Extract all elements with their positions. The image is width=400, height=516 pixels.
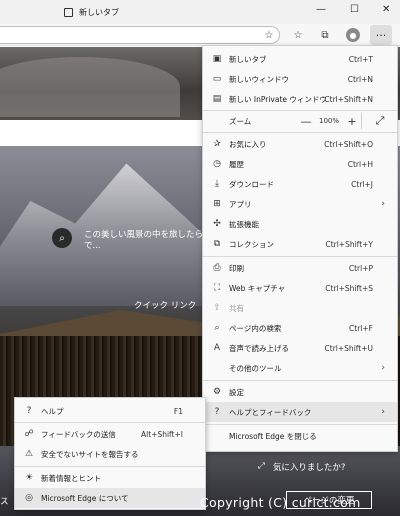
menu-item-print[interactable]: ⎙ 印刷 Ctrl+P (203, 258, 397, 278)
menu-item-share: ⇪ 共有 (203, 298, 397, 318)
submenu-item-about[interactable]: ◎ Microsoft Edge について (15, 488, 205, 508)
apps-icon: ⊞ (213, 199, 221, 209)
collections-icon: ⧉ (213, 239, 221, 249)
submenu-item-feedback[interactable]: ☍ フィードバックの送信 Alt+Shift+I (15, 424, 205, 444)
menu-item-collections[interactable]: ⧉ コレクション Ctrl+Shift+Y (203, 234, 397, 254)
profile-avatar-icon[interactable]: ● (346, 28, 360, 42)
image-caption[interactable]: この美しい風景の中を旅したら で... (84, 230, 214, 253)
read-aloud-icon: A (213, 343, 221, 353)
minimize-button[interactable]: — (316, 4, 326, 15)
menu-item-downloads[interactable]: ⤓ ダウンロード Ctrl+J (203, 174, 397, 194)
tab-new-tab[interactable]: 新しいタブ (56, 0, 196, 24)
submenu-item-report-unsafe[interactable]: ⚠ 安全でないサイトを報告する (15, 444, 205, 464)
submenu-item-whats-new[interactable]: ☀ 新着情報とヒント (15, 468, 205, 488)
download-icon: ⤓ (215, 179, 219, 189)
menu-item-help-feedback[interactable]: ? ヘルプとフィードバック › (203, 402, 397, 422)
settings-and-more-button[interactable]: ··· (370, 25, 392, 45)
menu-item-close-edge[interactable]: Microsoft Edge を閉じる (203, 426, 397, 446)
expand-icon: ⤢ (258, 461, 265, 471)
settings-icon: ⚙ (212, 387, 222, 397)
help-icon: ? (26, 406, 32, 416)
find-icon: ⌕ (214, 323, 220, 333)
menu-item-new-window[interactable]: ▭ 新しいウィンドウ Ctrl+N (203, 69, 397, 89)
menu-item-more-tools[interactable]: その他のツール › (203, 358, 397, 378)
menu-item-new-tab[interactable]: ▣ 新しいタブ Ctrl+T (203, 49, 397, 69)
warning-icon: ⚠ (24, 449, 34, 459)
new-tab-icon: ▣ (212, 54, 222, 64)
menu-item-web-capture[interactable]: ⛶ Web キャプチャ Ctrl+Shift+S (203, 278, 397, 298)
favorites-bar-icon[interactable]: ☆ (291, 28, 305, 42)
menu-item-zoom: ズーム — 100% + ⤢ (203, 111, 397, 131)
submenu-item-help[interactable]: ? ヘルプ F1 (15, 401, 205, 421)
print-icon: ⎙ (213, 263, 221, 273)
menu-item-extensions[interactable]: ✣ 拡張機能 (203, 214, 397, 234)
web-capture-icon: ⛶ (213, 283, 221, 293)
restore-button[interactable]: ☐ (350, 4, 359, 15)
lightbulb-icon: ☀ (24, 473, 34, 483)
zoom-in-button[interactable]: + (343, 113, 361, 129)
address-bar[interactable]: ☆ (0, 26, 280, 44)
chevron-right-icon: › (381, 199, 385, 209)
new-window-icon: ▭ (212, 74, 222, 84)
quick-links-label[interactable]: クイック リンク (134, 299, 196, 311)
partial-text: ス (0, 497, 9, 507)
menu-item-inprivate[interactable]: ▤ 新しい InPrivate ウィンドウ Ctrl+Shift+N (203, 89, 397, 109)
collections-toolbar-icon[interactable]: ⧉ (318, 28, 332, 42)
fullscreen-icon[interactable]: ⤢ (371, 113, 389, 129)
extensions-icon: ✣ (213, 219, 221, 229)
tab-bar: 新しいタブ — ☐ ✕ (0, 0, 400, 24)
menu-item-favorites[interactable]: ✰ お気に入り Ctrl+Shift+O (203, 134, 397, 154)
menu-item-apps[interactable]: ⊞ アプリ › (203, 194, 397, 214)
favorites-icon: ✰ (213, 139, 221, 149)
menu-item-read-aloud[interactable]: A 音声で読み上げる Ctrl+Shift+U (203, 338, 397, 358)
help-submenu: ? ヘルプ F1 ☍ フィードバックの送信 Alt+Shift+I ⚠ 安全でな… (14, 397, 206, 510)
chevron-right-icon: › (381, 407, 385, 417)
menu-item-settings[interactable]: ⚙ 設定 (203, 382, 397, 402)
inprivate-icon: ▤ (212, 94, 222, 104)
watermark: Copyright (C) curict.com (200, 495, 361, 510)
like-text: 気に入りましたか? (272, 463, 346, 473)
search-icon[interactable]: ⌕ (52, 228, 72, 248)
help-icon: ? (214, 407, 220, 417)
add-favorite-icon[interactable]: ☆ (262, 28, 276, 42)
feedback-icon: ☍ (24, 429, 34, 439)
history-icon: ◷ (213, 159, 221, 169)
zoom-level: 100% (319, 117, 340, 125)
tab-title: 新しいタブ (79, 7, 119, 17)
menu-item-history[interactable]: ◷ 履歴 Ctrl+H (203, 154, 397, 174)
close-window-button[interactable]: ✕ (382, 4, 390, 15)
like-image-prompt[interactable]: ⤢ 気に入りましたか? (258, 461, 345, 473)
share-icon: ⇪ (213, 303, 221, 313)
toolbar: ☆ ☆ ⧉ ● (0, 24, 400, 46)
menu-item-find[interactable]: ⌕ ページ内の検索 Ctrl+F (203, 318, 397, 338)
new-tab-page-icon (64, 7, 73, 17)
edge-logo-icon: ◎ (25, 493, 33, 503)
settings-menu: ▣ 新しいタブ Ctrl+T ▭ 新しいウィンドウ Ctrl+N ▤ 新しい I… (202, 45, 398, 452)
chevron-right-icon: › (381, 363, 385, 373)
zoom-out-button[interactable]: — (297, 113, 315, 129)
